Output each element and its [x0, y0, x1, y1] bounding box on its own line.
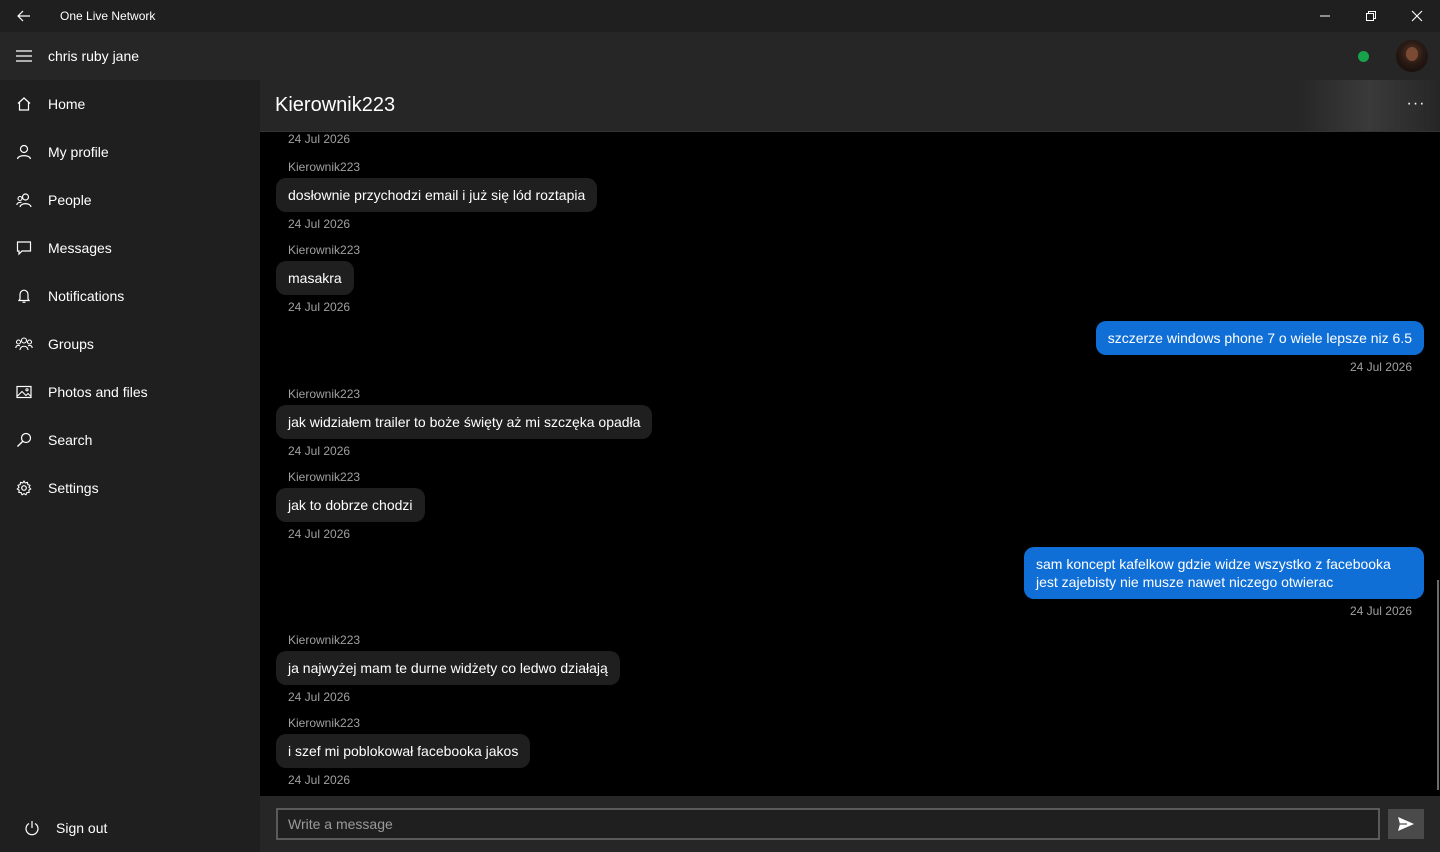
- sign-out-label: Sign out: [56, 820, 108, 836]
- message-bubble[interactable]: masakra: [276, 261, 354, 295]
- sidebar-item-label: My profile: [48, 144, 109, 160]
- message-timestamp: 24 Jul 2026: [288, 690, 351, 704]
- message-sender: Kierownik223: [288, 387, 361, 401]
- person-icon: [0, 128, 48, 176]
- message-timestamp: 24 Jul 2026: [288, 773, 351, 787]
- message-composer: [260, 796, 1440, 852]
- sidebar-item-label: Notifications: [48, 288, 125, 304]
- message-sender: Kierownik223: [288, 633, 361, 647]
- message-bubble[interactable]: dosłownie przychodzi email i już się lód…: [276, 178, 598, 212]
- sidebar-item-photos-and-files[interactable]: Photos and files: [0, 368, 260, 416]
- sidebar-item-label: Settings: [48, 480, 99, 496]
- message-item: Kierownik223 i szef mi poblokował facebo…: [276, 716, 531, 791]
- sidebar-item-notifications[interactable]: Notifications: [0, 272, 260, 320]
- message-bubble[interactable]: sam koncept kafelkow gdzie widze wszystk…: [1024, 547, 1424, 599]
- sidebar-item-label: Home: [48, 96, 86, 112]
- message-timestamp: 24 Jul 2026: [288, 217, 351, 231]
- message-item: sam koncept kafelkow gdzie widze wszystk…: [1024, 547, 1424, 622]
- message-timestamp: 24 Jul 2026: [1349, 604, 1412, 618]
- power-icon: [0, 804, 56, 852]
- menu-button[interactable]: [0, 32, 48, 80]
- sidebar: Home My profile People Messages Notifica…: [0, 80, 260, 852]
- message-timestamp: 24 Jul 2026: [288, 444, 351, 458]
- send-button[interactable]: [1388, 809, 1424, 839]
- sidebar-item-label: Search: [48, 432, 93, 448]
- message-item: Kierownik223 jak to dobrze chodzi 24 Jul…: [276, 470, 425, 545]
- sidebar-item-my-profile[interactable]: My profile: [0, 128, 260, 176]
- title-bar: One Live Network: [0, 0, 1440, 32]
- close-icon: [1411, 10, 1423, 22]
- app-header: chris ruby jane: [0, 32, 1440, 80]
- sign-out-button[interactable]: Sign out: [0, 804, 260, 852]
- message-item: Kierownik223 ja najwyżej mam te durne wi…: [276, 633, 620, 708]
- more-options-button[interactable]: ···: [1404, 92, 1428, 116]
- hamburger-icon: [16, 50, 32, 62]
- back-arrow-icon: [17, 10, 30, 22]
- back-button[interactable]: [0, 0, 48, 32]
- sidebar-item-groups[interactable]: Groups: [0, 320, 260, 368]
- restore-button[interactable]: [1348, 0, 1394, 32]
- sidebar-item-people[interactable]: People: [0, 176, 260, 224]
- sidebar-item-label: Groups: [48, 336, 94, 352]
- scrollbar[interactable]: [1437, 580, 1439, 790]
- message-bubble[interactable]: i szef mi poblokował facebooka jakos: [276, 734, 531, 768]
- restore-icon: [1366, 11, 1376, 21]
- message-icon: [0, 224, 48, 272]
- current-user-name: chris ruby jane: [48, 48, 140, 64]
- window-controls: [1302, 0, 1440, 32]
- search-icon: [0, 416, 48, 464]
- home-icon: [0, 80, 48, 128]
- minimize-button[interactable]: [1302, 0, 1348, 32]
- message-sender: Kierownik223: [288, 243, 361, 257]
- message-sender: Kierownik223: [288, 160, 361, 174]
- close-button[interactable]: [1394, 0, 1440, 32]
- bell-icon: [0, 272, 48, 320]
- sidebar-item-home[interactable]: Home: [0, 80, 260, 128]
- online-status-indicator: [1358, 51, 1369, 62]
- message-list[interactable]: 24 Jul 2026 Kierownik223 dosłownie przyc…: [260, 132, 1440, 796]
- message-sender: Kierownik223: [288, 716, 361, 730]
- message-item: Kierownik223 jak widziałem trailer to bo…: [276, 387, 653, 462]
- photo-icon: [0, 368, 48, 416]
- message-item: Kierownik223 masakra 24 Jul 2026: [276, 243, 360, 318]
- message-item: szczerze windows phone 7 o wiele lepsze …: [1095, 321, 1424, 378]
- send-icon: [1398, 817, 1414, 831]
- message-sender: Kierownik223: [288, 470, 361, 484]
- sidebar-item-settings[interactable]: Settings: [0, 464, 260, 512]
- conversation-title: Kierownik223: [275, 94, 396, 116]
- more-icon: ···: [1406, 95, 1426, 112]
- message-bubble[interactable]: jak widziałem trailer to boże święty aż …: [276, 405, 653, 439]
- sidebar-item-label: Messages: [48, 240, 112, 256]
- message-input[interactable]: [276, 808, 1380, 840]
- avatar[interactable]: [1396, 40, 1428, 72]
- sidebar-item-label: People: [48, 192, 92, 208]
- message-timestamp: 24 Jul 2026: [288, 527, 351, 541]
- message-timestamp: 24 Jul 2026: [288, 300, 351, 314]
- gear-icon: [0, 464, 48, 512]
- message-timestamp: 24 Jul 2026: [1349, 360, 1412, 374]
- message-bubble[interactable]: jak to dobrze chodzi: [276, 488, 425, 522]
- message-item: Kierownik223 dosłownie przychodzi email …: [276, 160, 598, 235]
- minimize-icon: [1320, 15, 1330, 17]
- message-timestamp: 24 Jul 2026: [288, 132, 351, 146]
- people-icon: [0, 176, 48, 224]
- window-title: One Live Network: [60, 9, 156, 23]
- groups-icon: [0, 320, 48, 368]
- sidebar-item-label: Photos and files: [48, 384, 148, 400]
- sidebar-item-search[interactable]: Search: [0, 416, 260, 464]
- message-bubble[interactable]: ja najwyżej mam te durne widżety co ledw…: [276, 651, 620, 685]
- conversation-header: Kierownik223 ···: [260, 80, 1440, 132]
- message-bubble[interactable]: szczerze windows phone 7 o wiele lepsze …: [1095, 321, 1424, 355]
- sidebar-item-messages[interactable]: Messages: [0, 224, 260, 272]
